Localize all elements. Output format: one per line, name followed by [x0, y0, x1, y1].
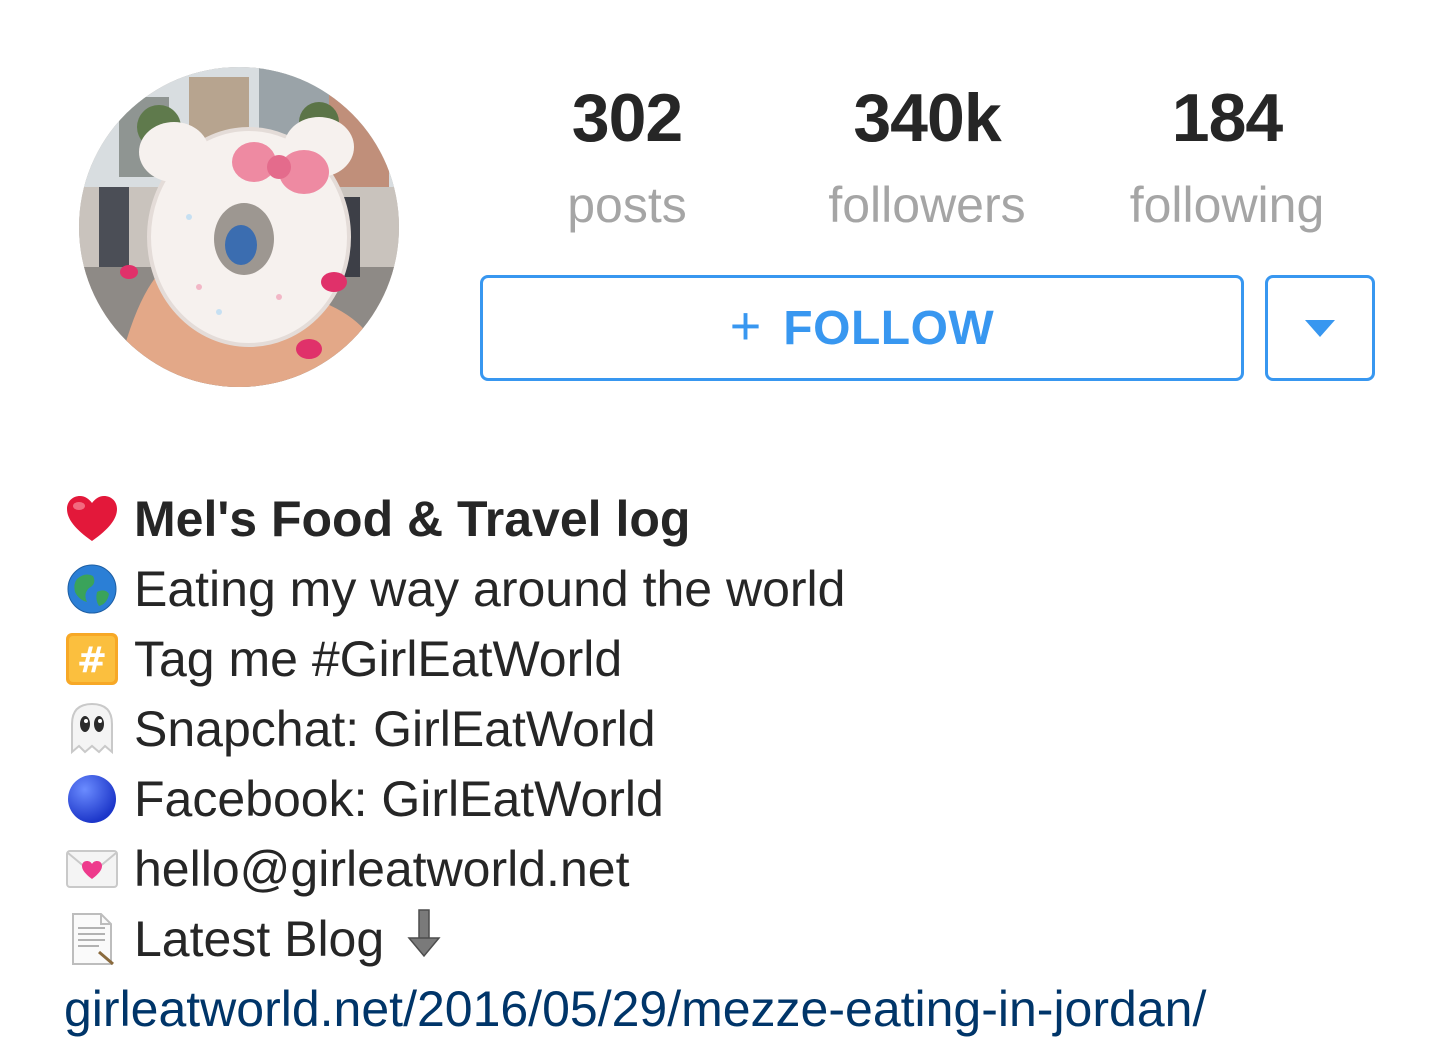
follow-button[interactable]: + FOLLOW	[480, 275, 1244, 381]
followers-count: 340k	[853, 80, 1001, 156]
stat-followers[interactable]: 340k followers	[797, 82, 1057, 236]
bio-line: Snapchat: GirlEatWorld	[64, 694, 1424, 764]
love-letter-icon	[64, 841, 120, 897]
bio-text: Eating my way around the world	[134, 561, 846, 617]
globe-icon	[64, 561, 120, 617]
bio-website-link[interactable]: girleatworld.net/2016/05/29/mezze-eating…	[64, 974, 1424, 1044]
following-count: 184	[1171, 80, 1283, 156]
posts-count: 302	[571, 80, 683, 156]
bio-line-title: Mel's Food & Travel log	[64, 484, 1424, 554]
following-label: following	[1129, 177, 1325, 233]
caret-down-icon	[1305, 319, 1335, 337]
profile-avatar[interactable]	[79, 67, 399, 387]
bio-line: Latest Blog	[64, 904, 1424, 974]
bio-line: Facebook: GirlEatWorld	[64, 764, 1424, 834]
bio-title-text: Mel's Food & Travel log	[134, 491, 691, 547]
down-arrow-icon	[406, 908, 442, 970]
plus-icon: +	[729, 296, 762, 356]
followers-label: followers	[828, 177, 1026, 233]
bio-line: Eating my way around the world	[64, 554, 1424, 624]
stat-posts[interactable]: 302 posts	[497, 82, 757, 236]
profile-photo-donut	[79, 67, 399, 387]
profile-bio: Mel's Food & Travel log Eating my way ar…	[64, 484, 1424, 1044]
bio-text: Facebook: GirlEatWorld	[134, 771, 664, 827]
blue-circle-icon	[64, 771, 120, 827]
bio-text: Latest Blog	[134, 911, 385, 967]
hashtag-icon: #	[64, 631, 120, 687]
svg-text:#: #	[77, 640, 107, 681]
posts-label: posts	[567, 177, 687, 233]
follow-button-label: FOLLOW	[783, 301, 995, 355]
bio-text: hello@girleatworld.net	[134, 841, 630, 897]
bio-text: Snapchat: GirlEatWorld	[134, 701, 656, 757]
suggestions-dropdown-button[interactable]	[1265, 275, 1375, 381]
stat-following[interactable]: 184 following	[1097, 82, 1357, 236]
red-heart-icon	[64, 491, 120, 547]
bio-line: # Tag me #GirlEatWorld	[64, 624, 1424, 694]
bio-text: Tag me #GirlEatWorld	[134, 631, 623, 687]
document-icon	[64, 911, 120, 967]
profile-page: 302 posts 340k followers 184 following +…	[0, 0, 1439, 1052]
ghost-icon	[64, 701, 120, 757]
bio-line: hello@girleatworld.net	[64, 834, 1424, 904]
